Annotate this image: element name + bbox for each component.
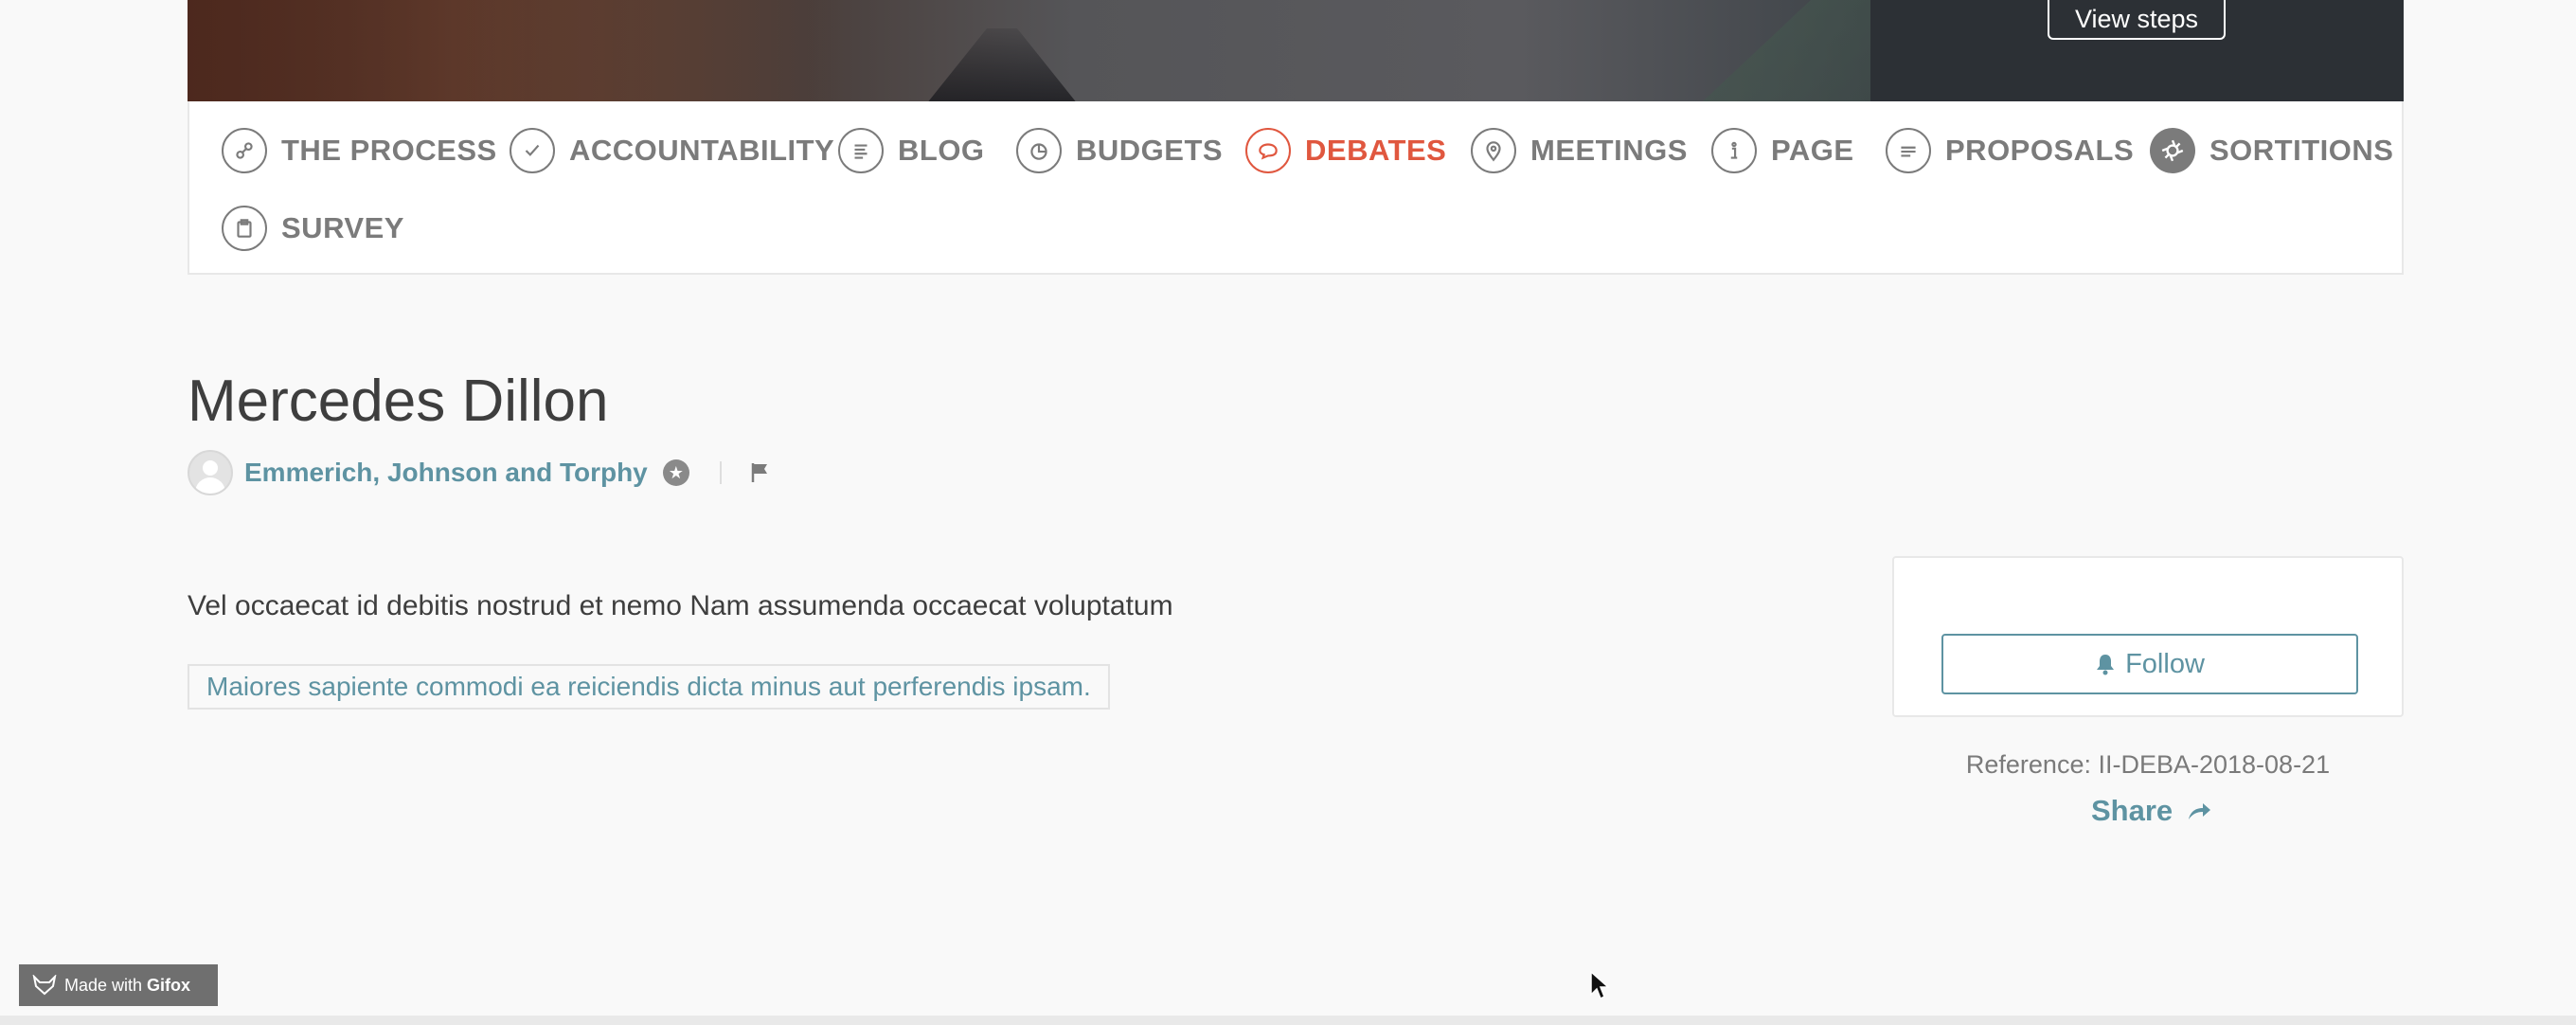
process-icon	[222, 128, 267, 173]
hero-image-tower	[926, 28, 1078, 101]
clipboard-icon	[222, 206, 267, 251]
map-pin-icon	[1471, 128, 1516, 173]
flag-report-icon[interactable]	[750, 461, 771, 484]
hero-image-left	[188, 0, 850, 101]
author-row: Emmerich, Johnson and Torphy ★	[188, 450, 771, 495]
aperture-icon	[2150, 128, 2195, 173]
tab-sortitions[interactable]: SORTITIONS	[2150, 124, 2393, 177]
share-button[interactable]: Share	[2091, 794, 2212, 828]
tab-accountability[interactable]: ACCOUNTABILITY	[510, 124, 834, 177]
tab-page[interactable]: PAGE	[1711, 124, 1854, 177]
tab-label: ACCOUNTABILITY	[569, 134, 835, 167]
info-icon	[1711, 128, 1757, 173]
tab-blog[interactable]: BLOG	[838, 124, 985, 177]
tab-label: SURVEY	[281, 211, 404, 244]
reference-text: Reference: II-DEBA-2018-08-21	[1965, 750, 2331, 779]
tab-label: DEBATES	[1305, 134, 1447, 167]
bottom-scroll-strip	[0, 1016, 2576, 1025]
tab-budgets[interactable]: BUDGETS	[1016, 124, 1223, 177]
proposals-icon	[1886, 128, 1931, 173]
budgets-pie-icon	[1016, 128, 1062, 173]
debates-speech-icon	[1245, 128, 1291, 173]
official-star-icon: ★	[662, 459, 689, 486]
tab-label: MEETINGS	[1530, 134, 1688, 167]
fox-icon	[32, 975, 57, 996]
hashtag-text: Maiores sapiente commodi ea reiciendis d…	[206, 672, 1091, 701]
gifox-watermark: Made with Gifox	[19, 964, 218, 1006]
process-nav-tabs-box: THE PROCESS ACCOUNTABILITY BLOG BUDGETS …	[188, 101, 2404, 275]
divider	[719, 461, 722, 484]
bell-icon	[2097, 655, 2115, 675]
mouse-cursor-icon	[1590, 970, 1610, 1000]
share-arrow-icon	[2189, 803, 2211, 819]
tab-debates[interactable]: DEBATES	[1245, 124, 1446, 177]
tab-label: SORTITIONS	[2209, 134, 2394, 167]
debate-hashtag-box: Maiores sapiente commodi ea reiciendis d…	[188, 664, 1110, 710]
author-name[interactable]: Emmerich, Johnson and Torphy	[244, 458, 648, 488]
blog-icon	[838, 128, 884, 173]
gifox-brand: Gifox	[147, 975, 191, 995]
follow-card: Follow	[1892, 556, 2404, 717]
follow-label: Follow	[2125, 648, 2205, 679]
avatar[interactable]	[188, 450, 233, 495]
tab-label: PROPOSALS	[1945, 134, 2135, 167]
tab-label: PAGE	[1771, 134, 1854, 167]
tab-label: BLOG	[898, 134, 985, 167]
tab-the-process[interactable]: THE PROCESS	[222, 124, 497, 177]
page-title: Mercedes Dillon	[188, 369, 609, 434]
debate-body: Vel occaecat id debitis nostrud et nemo …	[188, 590, 1173, 621]
tab-proposals[interactable]: PROPOSALS	[1886, 124, 2134, 177]
tab-meetings[interactable]: MEETINGS	[1471, 124, 1688, 177]
view-steps-button[interactable]: View steps	[2048, 0, 2226, 40]
share-label: Share	[2091, 794, 2174, 827]
tab-label: THE PROCESS	[281, 134, 497, 167]
follow-button[interactable]: Follow	[1941, 634, 2358, 694]
tab-label: BUDGETS	[1076, 134, 1224, 167]
check-icon	[510, 128, 555, 173]
tab-survey[interactable]: SURVEY	[222, 202, 404, 255]
gifox-prefix: Made with	[64, 975, 143, 995]
